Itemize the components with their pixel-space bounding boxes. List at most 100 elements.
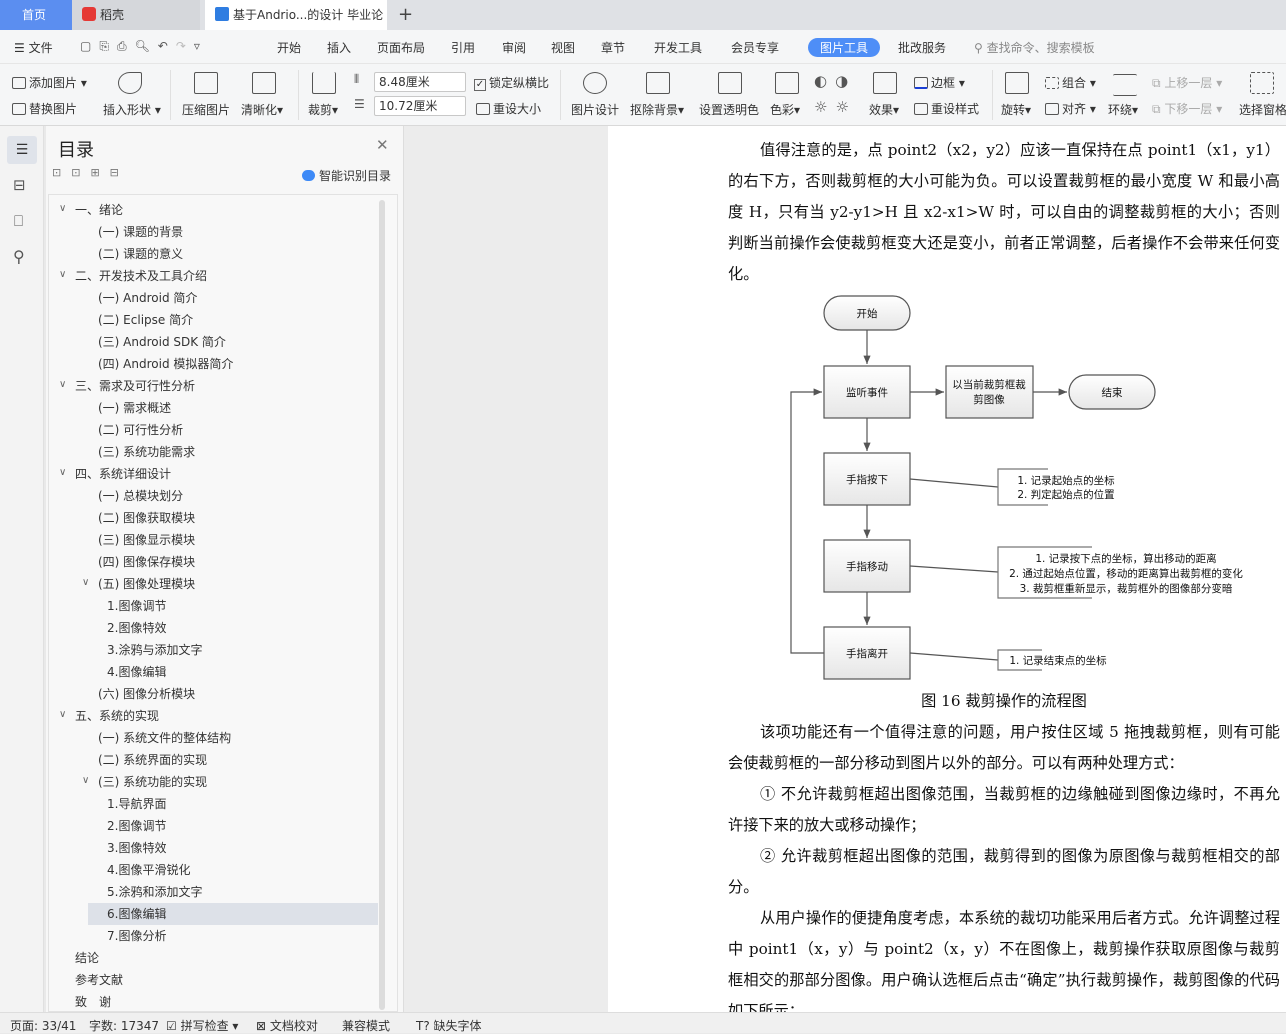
preview-icon[interactable]: 🔍︎ [135,39,158,53]
print-icon[interactable]: ⎙ [117,39,135,53]
brightness-down-icon[interactable]: ☼ [835,98,856,116]
height-input[interactable]: 10.72厘米 [374,96,466,116]
smart-toc-button[interactable]: 智能识别目录 [302,167,391,184]
save-icon[interactable]: ▢ [80,39,99,53]
toc-item[interactable]: 致 谢 [75,991,111,1013]
toc-item[interactable]: 1.导航界面 [107,793,166,815]
chevron-down-icon[interactable]: ∨ [82,775,89,786]
toc-item[interactable]: 结论 [75,947,99,969]
toc-item[interactable]: 3.涂鸦与添加文字 [107,639,202,661]
toc-item[interactable]: (二) 课题的意义 [98,243,183,265]
menu-developer[interactable]: 开发工具 [654,39,702,56]
replace-image-button[interactable]: 替换图片 [12,100,77,117]
toc-item[interactable]: 参考文献 [75,969,123,991]
chevron-down-icon[interactable]: ∨ [59,203,66,214]
width-input[interactable]: 8.48厘米 [374,72,466,92]
toc-item[interactable]: (二) 图像获取模块 [98,507,195,529]
menu-correction[interactable]: 批改服务 [898,39,946,56]
reset-style-button[interactable]: 重设样式 [914,100,979,117]
menu-start[interactable]: 开始 [277,39,301,56]
menu-picture-tools[interactable]: 图片工具 [808,38,881,57]
toc-item[interactable]: 2.图像调节 [107,815,166,837]
toc-item[interactable]: (二) 可行性分析 [98,419,183,441]
remove-background-button[interactable]: 抠除背景▾ [630,101,684,118]
send-backward-button[interactable]: ⧉ 下移一层 ▾ [1152,100,1222,117]
toc-item[interactable]: (一) 需求概述 [98,397,171,419]
toc-icon[interactable]: ☰ [7,136,37,164]
page-count[interactable]: 页面: 33/41 [10,1017,76,1034]
search-icon[interactable]: ⚲ [13,247,25,266]
undo-icon[interactable]: ↶ [158,39,176,53]
toc-item[interactable]: 一、绪论 [75,199,123,221]
bookmark-icon[interactable]: ⎕ [14,212,23,230]
toc-item[interactable]: 1.图像调节 [107,595,166,617]
toc-item[interactable]: 4.图像编辑 [107,661,166,683]
reset-size-button[interactable]: 重设大小 [476,100,541,117]
chevron-down-icon[interactable]: ∨ [59,467,66,478]
toc-scrollbar[interactable] [379,200,385,1010]
toc-item[interactable]: (四) 图像保存模块 [98,551,195,573]
chevron-down-icon[interactable]: ∨ [82,577,89,588]
menu-insert[interactable]: 插入 [327,39,351,56]
collapse-all-icon[interactable]: ⊡ [52,166,71,179]
command-search[interactable]: ⚲ 查找命令、搜索模板 [974,39,1095,56]
crop-button[interactable]: 裁剪▾ [308,101,338,118]
toc-item[interactable]: (四) Android 模拟器简介 [98,353,233,375]
menu-member[interactable]: 会员专享 [731,39,779,56]
toc-item[interactable]: 五、系统的实现 [75,705,159,727]
contrast-up-icon[interactable]: ◐ [814,72,835,90]
toc-item[interactable]: (一) 课题的背景 [98,221,183,243]
toc-item[interactable]: 5.涂鸦和添加文字 [107,881,202,903]
toc-item[interactable]: (一) 总模块划分 [98,485,183,507]
toc-item[interactable]: (二) Eclipse 简介 [98,309,193,331]
color-button[interactable]: 色彩▾ [770,101,800,118]
outline-icon[interactable]: ⊟ [13,176,26,194]
menu-review[interactable]: 审阅 [502,39,526,56]
redo-icon[interactable]: ↷ [176,39,194,53]
toc-item[interactable]: (一) 系统文件的整体结构 [98,727,231,749]
brightness-up-icon[interactable]: ☼ [814,98,835,116]
compat-mode[interactable]: 兼容模式 [342,1017,390,1034]
align-button[interactable]: 对齐 ▾ [1045,100,1096,117]
document-page[interactable]: 值得注意的是，点 point2（x2，y2）应该一直保持在点 point1（x1… [608,126,1286,1012]
brightness-contrast-buttons[interactable]: ◐◑ [814,72,856,90]
export-icon[interactable]: ⎘ [99,39,117,53]
insert-shape-button[interactable]: 插入形状 ▾ [103,101,161,118]
menu-chapter[interactable]: 章节 [601,39,625,56]
menu-view[interactable]: 视图 [551,39,575,56]
contrast-down-icon[interactable]: ◑ [835,72,856,90]
set-transparent-button[interactable]: 设置透明色 [699,101,759,118]
remove-icon[interactable]: ⊟ [110,166,129,179]
group-button[interactable]: 组合 ▾ [1045,74,1096,91]
toc-item[interactable]: 四、系统详细设计 [75,463,171,485]
toc-item[interactable]: 三、需求及可行性分析 [75,375,195,397]
toc-item[interactable]: (五) 图像处理模块 [98,573,195,595]
toc-item[interactable]: (六) 图像分析模块 [98,683,195,705]
toc-item[interactable]: 3.图像特效 [107,837,166,859]
sharpen-button[interactable]: 清晰化▾ [241,101,283,118]
toc-item[interactable]: (三) Android SDK 简介 [98,331,226,353]
toc-item[interactable]: (二) 系统界面的实现 [98,749,207,771]
menu-references[interactable]: 引用 [451,39,475,56]
more-icon[interactable]: ▿ [194,39,208,53]
toc-item[interactable]: 4.图像平滑锐化 [107,859,190,881]
toc-item[interactable]: 6.图像编辑 [107,903,166,925]
toc-item[interactable]: (三) 系统功能的实现 [98,771,207,793]
proofread-button[interactable]: ⊠ 文档校对 [256,1017,318,1034]
bring-forward-button[interactable]: ⧉ 上移一层 ▾ [1152,74,1222,91]
lock-ratio-checkbox[interactable]: ✓ 锁定纵横比 [474,74,549,91]
expand-icon[interactable]: ⊡ [71,166,90,179]
toc-item[interactable]: 2.图像特效 [107,617,166,639]
chevron-down-icon[interactable]: ∨ [59,269,66,280]
add-image-button[interactable]: 添加图片 ▾ [12,74,87,91]
chevron-down-icon[interactable]: ∨ [59,709,66,720]
menu-layout[interactable]: 页面布局 [377,39,425,56]
tab-home[interactable]: 首页 [0,0,72,30]
spell-check-button[interactable]: ☑ 拼写检查 ▾ [166,1017,238,1034]
toc-item[interactable]: (三) 系统功能需求 [98,441,195,463]
tab-document[interactable]: 基于Andrio...的设计 毕业论文 [205,0,387,30]
chevron-down-icon[interactable]: ∨ [59,379,66,390]
tab-docer[interactable]: 稻壳 [72,0,200,30]
toc-item[interactable]: 二、开发技术及工具介绍 [75,265,207,287]
toc-item[interactable]: (一) Android 简介 [98,287,197,309]
